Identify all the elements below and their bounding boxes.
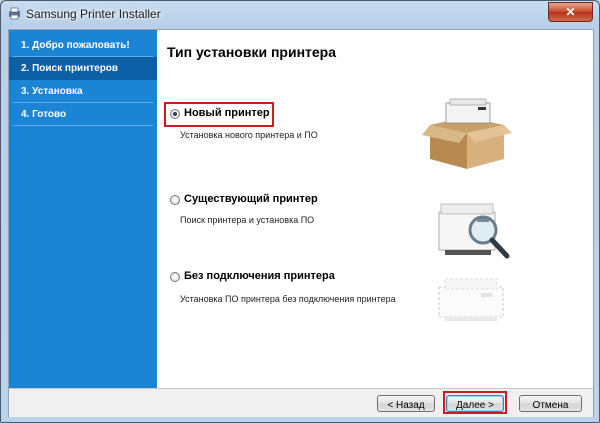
step-install: 3. Установка (9, 80, 157, 103)
page-title: Тип установки принтера (167, 44, 337, 60)
option-existing-printer[interactable]: Существующий принтер (165, 190, 318, 212)
option-description: Поиск принтера и установка ПО (180, 215, 315, 225)
close-button[interactable]: ✕ (548, 2, 593, 22)
step-label: 2. Поиск принтеров (21, 63, 119, 74)
steps-sidebar: 1. Добро пожаловать! 2. Поиск принтеров … (9, 30, 157, 388)
back-button[interactable]: < Назад (377, 395, 435, 412)
printer-app-icon (9, 7, 20, 20)
step-done: 4. Готово (9, 103, 157, 126)
step-label: 3. Установка (21, 86, 83, 97)
installer-window: Samsung Printer Installer ✕ 1. Добро пож… (0, 0, 600, 423)
printer-in-box-icon (422, 98, 512, 169)
next-button[interactable]: Далее > (446, 395, 504, 412)
main-panel: Тип установки принтера Новый принтер Уст… (157, 30, 593, 388)
step-printer-search: 2. Поиск принтеров (9, 57, 157, 80)
step-divider (13, 125, 153, 126)
option-label: Существующий принтер (184, 193, 318, 205)
printer-outline-icon (438, 278, 504, 321)
option-description: Установка ПО принтера без подключения пр… (180, 294, 396, 304)
option-label: Новый принтер (184, 107, 270, 119)
title-bar[interactable]: Samsung Printer Installer ✕ (1, 1, 599, 27)
option-description: Установка нового принтера и ПО (180, 130, 318, 140)
radio-no-connection[interactable] (170, 272, 180, 282)
step-label: 4. Готово (21, 109, 67, 120)
button-bar: < Назад Далее > Отмена (9, 388, 593, 417)
printer-magnifier-icon (438, 203, 510, 259)
radio-existing-printer[interactable] (170, 195, 180, 205)
option-no-connection[interactable]: Без подключения принтера (165, 267, 335, 289)
option-new-printer[interactable]: Новый принтер (165, 104, 275, 126)
option-label: Без подключения принтера (184, 270, 335, 282)
cancel-button[interactable]: Отмена (519, 395, 582, 412)
radio-new-printer[interactable] (170, 109, 180, 119)
client-area: 1. Добро пожаловать! 2. Поиск принтеров … (8, 29, 594, 417)
step-label: 1. Добро пожаловать! (21, 40, 130, 51)
step-welcome: 1. Добро пожаловать! (9, 34, 157, 57)
window-title: Samsung Printer Installer (26, 7, 161, 21)
